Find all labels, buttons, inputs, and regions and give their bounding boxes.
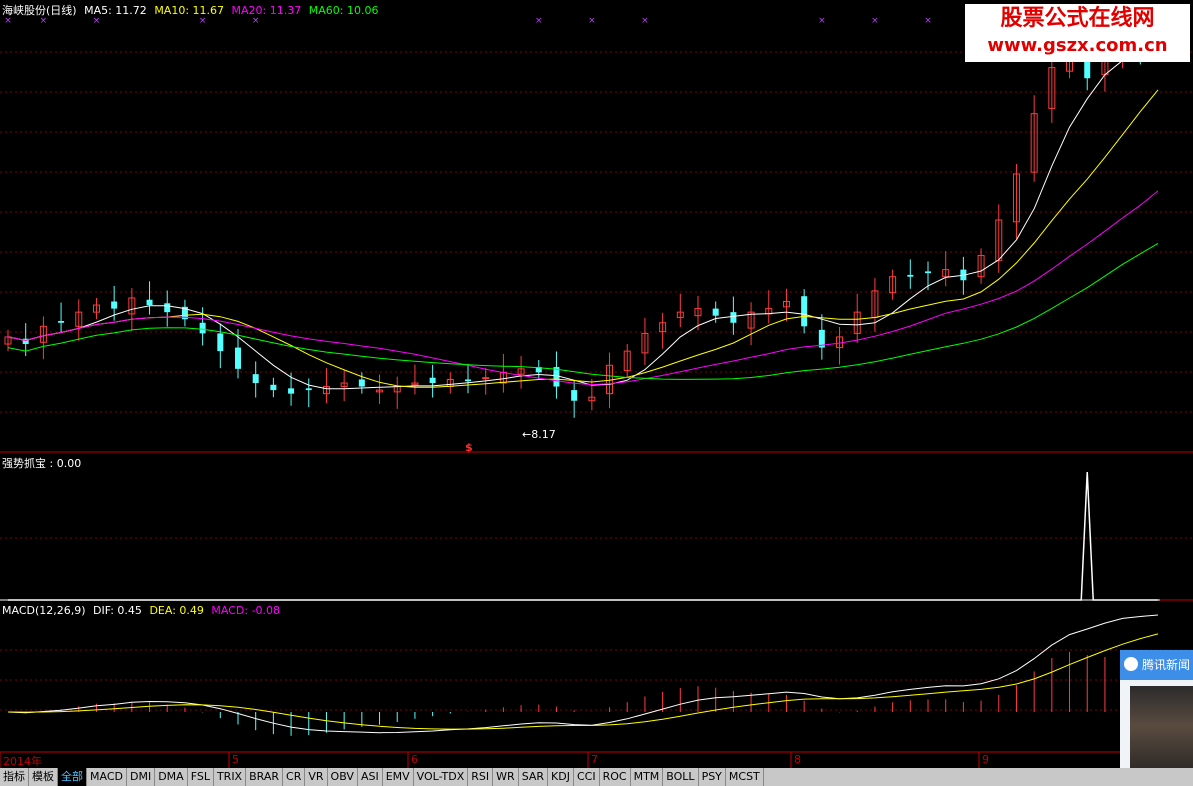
tab-mtm[interactable]: MTM xyxy=(631,768,664,786)
news-popup-header[interactable]: 腾讯新闻 xyxy=(1120,650,1193,680)
indicator-tab-bar: 指标 模板 全部 MACD DMI DMA FSL TRIX BRAR CR VR OBV ASI EMV… xyxy=(0,768,1193,786)
candle-body-down xyxy=(111,301,118,309)
candle-body-down xyxy=(252,374,259,384)
macd-lines xyxy=(7,614,1159,736)
tab-roc[interactable]: ROC xyxy=(600,768,631,786)
tab-fsl[interactable]: FSL xyxy=(188,768,214,786)
signal-x-marker: × xyxy=(641,16,649,26)
dif-line xyxy=(7,614,1159,734)
main-header: 海峡股份(日线) MA5: 11.72 MA10: 11.67 MA20: 11… xyxy=(2,2,382,18)
ma10-line xyxy=(7,89,1159,388)
signal-x-marker: × xyxy=(588,16,596,26)
ma5-label: MA5: 11.72 xyxy=(84,4,147,17)
tab-rsi[interactable]: RSI xyxy=(468,768,494,786)
tab-macd[interactable]: MACD xyxy=(87,768,127,786)
candle-body-down xyxy=(217,333,224,352)
indicator-line xyxy=(8,471,1158,601)
candle-body-down xyxy=(288,388,295,394)
signal-x-marker: × xyxy=(818,16,826,26)
tab-trix[interactable]: TRIX xyxy=(214,768,247,786)
axis-label: 5 xyxy=(232,753,239,766)
tab-vr[interactable]: VR xyxy=(305,768,328,786)
tab-asi[interactable]: ASI xyxy=(358,768,383,786)
signal-x-marker: × xyxy=(535,16,543,26)
axis-label: 7 xyxy=(591,753,598,766)
dea-line xyxy=(7,633,1159,730)
ma60-line xyxy=(7,242,1159,380)
watermark: 股票公式在线网 www.gszx.com.cn xyxy=(965,4,1190,62)
dea-label: DEA: 0.49 xyxy=(149,604,204,617)
news-popup[interactable]: 腾讯新闻 xyxy=(1120,650,1193,786)
ma20-line xyxy=(7,190,1159,386)
tab-boll[interactable]: BOLL xyxy=(663,768,699,786)
candle-body-down xyxy=(465,379,471,382)
candle-body-down xyxy=(712,308,719,316)
tab-vol-tdx[interactable]: VOL-TDX xyxy=(414,768,469,786)
tab-obv[interactable]: OBV xyxy=(328,768,358,786)
candle-body-down xyxy=(730,312,737,323)
macd-value-label: MACD: -0.08 xyxy=(211,604,281,617)
tab-emv[interactable]: EMV xyxy=(383,768,414,786)
macd-header: MACD(12,26,9) DIF: 0.45 DEA: 0.49 MACD: … xyxy=(2,604,284,617)
tab-psy[interactable]: PSY xyxy=(699,768,726,786)
candle-body-down xyxy=(199,322,206,334)
ma20-label: MA20: 11.37 xyxy=(231,4,302,17)
candle-body-down xyxy=(1084,60,1091,79)
tab-dmi[interactable]: DMI xyxy=(127,768,156,786)
stock-title: 海峡股份(日线) xyxy=(2,4,77,17)
qq-penguin-icon xyxy=(1124,657,1138,671)
ma10-label: MA10: 11.67 xyxy=(154,4,225,17)
candle-body-down xyxy=(146,299,153,306)
tab-dma[interactable]: DMA xyxy=(155,768,188,786)
grid-lines xyxy=(0,51,1193,753)
ma-lines xyxy=(7,52,1159,390)
macd-title: MACD(12,26,9) xyxy=(2,604,86,617)
candle-body-down xyxy=(571,390,578,401)
tab-cci[interactable]: CCI xyxy=(574,768,600,786)
time-axis xyxy=(0,752,980,768)
candle-body-down xyxy=(358,379,365,387)
axis-label: 8 xyxy=(794,753,801,766)
candle-body-down xyxy=(235,347,241,369)
tab-cr[interactable]: CR xyxy=(283,768,306,786)
axis-label: 6 xyxy=(411,753,418,766)
signal-x-marker: × xyxy=(924,16,932,26)
candle-body-down xyxy=(270,384,277,391)
ma60-label: MA60: 10.06 xyxy=(308,4,379,17)
tab-全部[interactable]: 全部 xyxy=(58,768,87,786)
tab-sar[interactable]: SAR xyxy=(519,768,549,786)
news-popup-label: 腾讯新闻 xyxy=(1142,658,1191,672)
candle-body-down xyxy=(429,377,436,384)
candle-body-down xyxy=(305,388,312,391)
watermark-title: 股票公式在线网 xyxy=(1000,6,1155,31)
axis-label: 2014年 xyxy=(3,755,42,768)
axis-label: 9 xyxy=(982,753,989,766)
tab-brar[interactable]: BRAR xyxy=(246,768,284,786)
candle-body-down xyxy=(907,274,914,277)
dif-label: DIF: 0.45 xyxy=(93,604,142,617)
candles xyxy=(4,24,1162,418)
candle-body-down xyxy=(801,296,808,327)
candle-body-down xyxy=(925,271,931,274)
buy-signal-marker: $ xyxy=(465,441,473,454)
tab-kdj[interactable]: KDJ xyxy=(548,768,574,786)
stock-chart-canvas: ×××××××××××××× xyxy=(0,16,1193,768)
candle-body-down xyxy=(164,303,171,313)
tab-模板[interactable]: 模板 xyxy=(29,768,58,786)
indicator1-label: 强势抓宝 : 0.00 xyxy=(2,457,82,470)
tab-指标[interactable]: 指标 xyxy=(0,768,29,786)
tab-wr[interactable]: WR xyxy=(493,768,519,786)
tab-mcst[interactable]: MCST xyxy=(726,768,764,786)
low-price-marker: ←8.17 xyxy=(522,428,556,441)
candle-body-up xyxy=(482,377,490,380)
strength-indicator-line xyxy=(8,471,1158,601)
watermark-url: www.gszx.com.cn xyxy=(987,35,1168,56)
signal-x-marker: × xyxy=(871,16,879,26)
candle-body-down xyxy=(58,321,65,323)
